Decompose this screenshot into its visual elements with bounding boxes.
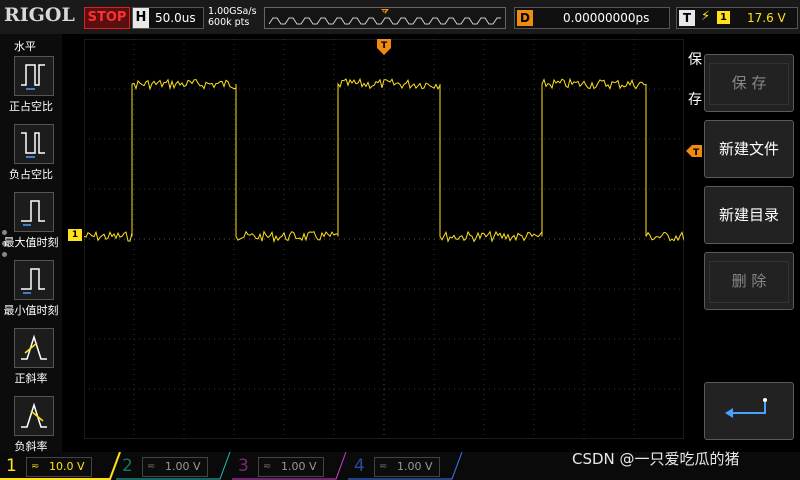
channel-scale: 1.00 V [397, 460, 433, 473]
menu-item-positive-duty[interactable]: 正占空比 [2, 56, 60, 118]
menu-item-label: 正占空比 [9, 100, 53, 113]
memory-overview-wave: T [265, 8, 505, 28]
timebase-value: 50.0us [155, 11, 196, 25]
right-menu-title: 保 存 [688, 52, 702, 108]
watermark: CSDN @一只爱吃瓜的猪 [572, 450, 740, 468]
trigger-readout[interactable]: T ⚡ 1 17.6 V [676, 7, 798, 29]
channel-number: 3 [238, 456, 249, 476]
channel-number: 1 [6, 456, 17, 476]
positive-slope-icon [14, 328, 54, 368]
save-button[interactable]: 保 存 [704, 54, 794, 112]
delay-readout[interactable]: D 0.00000000ps [514, 7, 670, 29]
return-enter-icon [725, 398, 767, 418]
delay-value: 0.00000000ps [563, 11, 650, 25]
run-stop-indicator[interactable]: STOP [84, 7, 130, 29]
channel-number: 4 [354, 456, 365, 476]
trigger-position-marker-icon: T [377, 39, 391, 55]
menu-item-label: 正斜率 [14, 372, 48, 385]
negative-duty-icon [14, 124, 54, 164]
trigger-level-marker-icon: T [686, 145, 702, 157]
min-time-icon [14, 260, 54, 300]
new-file-button[interactable]: 新建文件 [704, 120, 794, 178]
channel-scale: 10.0 V [49, 460, 85, 473]
timebase-readout[interactable]: H 50.0us [132, 7, 204, 29]
channel-number: 2 [122, 456, 133, 476]
positive-duty-icon [14, 56, 54, 96]
channel-1-ground-marker[interactable]: 1 [68, 229, 82, 241]
delay-key: D [517, 10, 533, 26]
menu-item-negative-slope[interactable]: 负斜率 [2, 396, 60, 458]
trigger-pos-label: T [382, 10, 387, 17]
coupling-icon: ≂ [379, 461, 388, 472]
menu-item-positive-slope[interactable]: 正斜率 [2, 328, 60, 390]
sample-rate: 1.00GSa/s [208, 6, 257, 17]
coupling-icon: ≂ [31, 461, 40, 472]
top-status-bar: RIGOL STOP H 50.0us 1.00GSa/s 600k pts T… [0, 0, 800, 34]
left-measure-menu: 水平 正占空比 负占空比 最大值时刻 最小值时刻 正斜率 负斜率 [0, 34, 62, 453]
menu-item-label: 最小值时刻 [3, 304, 59, 317]
max-time-icon [14, 192, 54, 232]
trigger-level: 17.6 V [747, 11, 786, 25]
menu-item-negative-duty[interactable]: 负占空比 [2, 124, 60, 186]
channel-scale: 1.00 V [281, 460, 317, 473]
coupling-icon: ≂ [147, 461, 156, 472]
delete-button[interactable]: 删 除 [704, 252, 794, 310]
menu-item-max-time[interactable]: 最大值时刻 [2, 192, 60, 254]
coupling-icon: ≂ [263, 461, 272, 472]
trigger-key: T [679, 10, 695, 26]
negative-slope-icon [14, 396, 54, 436]
brand-logo: RIGOL [4, 4, 75, 26]
left-menu-title: 水平 [14, 40, 36, 53]
acquisition-info: 1.00GSa/s 600k pts [208, 6, 257, 28]
trigger-edge-icon: ⚡ [701, 9, 711, 24]
memory-depth: 600k pts [208, 17, 250, 28]
trigger-channel: 1 [717, 11, 730, 24]
menu-item-min-time[interactable]: 最小值时刻 [2, 260, 60, 322]
new-folder-button[interactable]: 新建目录 [704, 186, 794, 244]
channel-scale: 1.00 V [165, 460, 201, 473]
return-button[interactable] [704, 382, 794, 440]
memory-overview-strip[interactable]: T [264, 7, 506, 29]
menu-item-label: 最大值时刻 [3, 236, 59, 249]
waveform-display[interactable] [84, 39, 684, 439]
svg-text:T: T [381, 41, 388, 51]
svg-text:T: T [693, 148, 700, 157]
timebase-key: H [133, 8, 149, 28]
menu-item-label: 负占空比 [9, 168, 53, 181]
